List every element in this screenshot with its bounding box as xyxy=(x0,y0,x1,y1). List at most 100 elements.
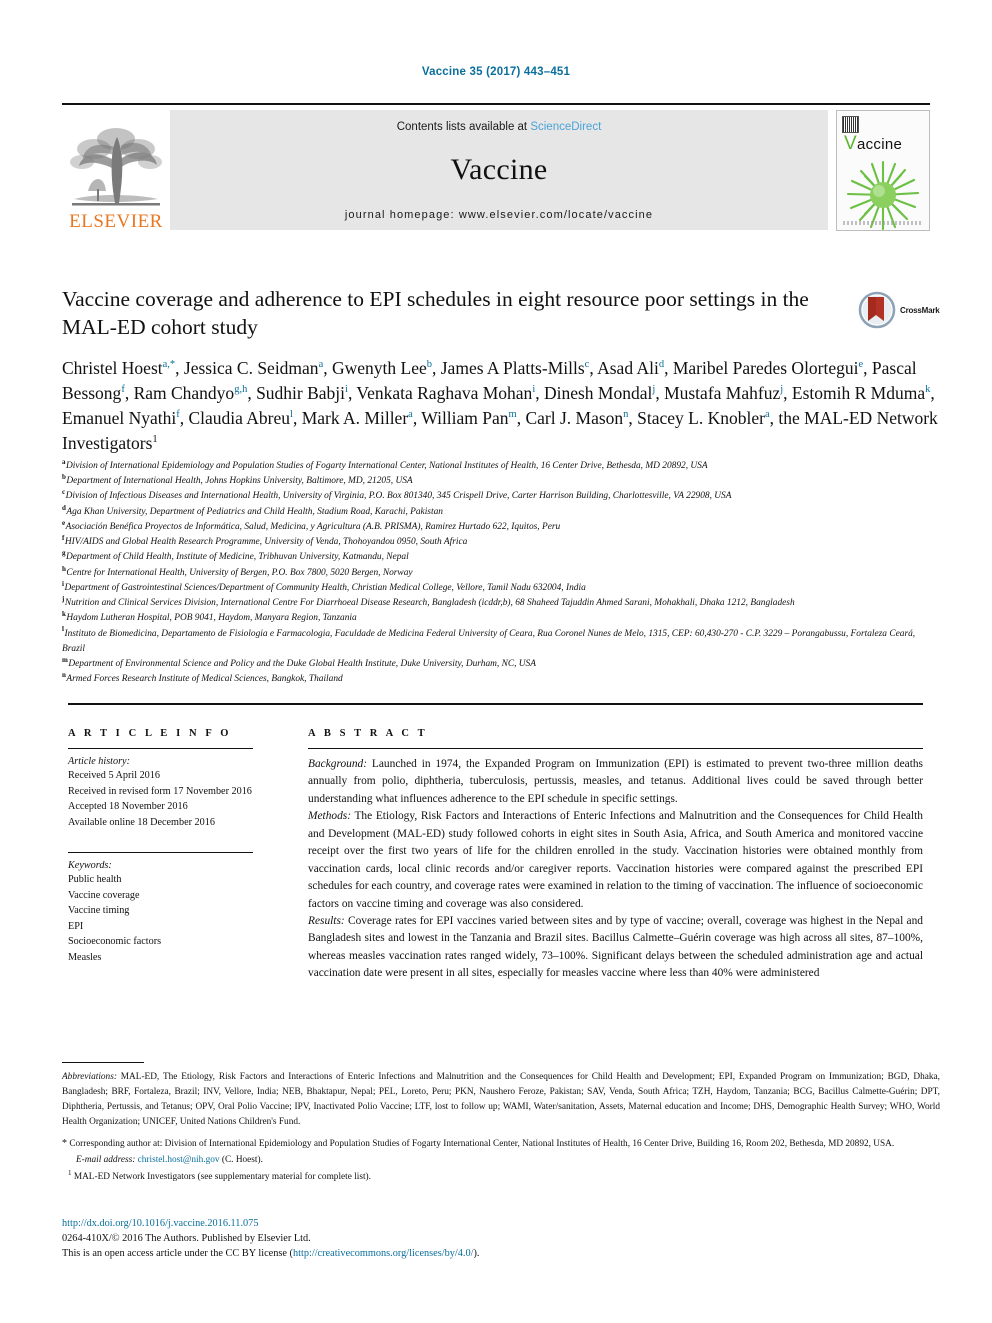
abstract-paragraph: Methods: The Etiology, Risk Factors and … xyxy=(308,808,923,913)
footnote-block: Abbreviations: MAL-ED, The Etiology, Ris… xyxy=(62,1070,940,1185)
affiliation-row: aDivision of International Epidemiology … xyxy=(62,457,940,474)
crossmark-label: CrossMark xyxy=(900,305,940,315)
crossmark-badge[interactable]: CrossMark xyxy=(857,288,945,332)
article-history-item: Available online 18 December 2016 xyxy=(68,816,215,828)
keywords-rule xyxy=(68,852,253,853)
corresponding-author-text: Corresponding author at: Division of Int… xyxy=(69,1138,895,1149)
keywords-label: Keywords: xyxy=(68,860,112,871)
publication-footer: http://dx.doi.org/10.1016/j.vaccine.2016… xyxy=(62,1216,940,1262)
contents-prefix: Contents lists available at xyxy=(396,121,531,133)
keyword-item: EPI xyxy=(68,920,84,932)
crossmark-logo-icon xyxy=(858,291,896,329)
affiliation-text: Division of International Epidemiology a… xyxy=(66,461,708,471)
cover-footer-text xyxy=(843,221,923,225)
investigators-note: 1 MAL-ED Network Investigators (see supp… xyxy=(62,1168,940,1185)
investigators-note-text: MAL-ED Network Investigators (see supple… xyxy=(73,1172,371,1183)
keyword-item: Socioeconomic factors xyxy=(68,936,162,947)
affiliation-list: aDivision of International Epidemiology … xyxy=(62,457,940,688)
page-title: Vaccine coverage and adherence to EPI sc… xyxy=(62,287,809,340)
article-info-column: A R T I C L E I N F O Article history: R… xyxy=(68,728,253,965)
affiliation-text: Department of International Health, John… xyxy=(66,476,413,487)
article-info-rule xyxy=(68,748,253,749)
corresponding-author-note: * Corresponding author at: Division of I… xyxy=(62,1136,940,1152)
affiliation-marker: g xyxy=(62,549,66,558)
article-history-item: Accepted 18 November 2016 xyxy=(68,801,188,812)
keyword-item: Vaccine timing xyxy=(68,905,130,916)
cover-title: Vaccine xyxy=(844,133,902,155)
barcode-icon xyxy=(842,116,859,133)
affiliation-row: fHIV/AIDS and Global Health Research Pro… xyxy=(62,535,940,550)
journal-homepage-line[interactable]: journal homepage: www.elsevier.com/locat… xyxy=(170,209,828,221)
elsevier-wordmark: ELSEVIER xyxy=(69,211,163,232)
abstract-paragraph-text: Launched in 1974, the Expanded Program o… xyxy=(308,758,923,805)
license-line: This is an open access article under the… xyxy=(62,1246,940,1261)
running-head-citation: Vaccine 35 (2017) 443–451 xyxy=(421,66,571,78)
abstract-body: Background: Launched in 1974, the Expand… xyxy=(308,756,923,983)
journal-cover-thumbnail[interactable]: Vaccine xyxy=(836,110,930,231)
copyright-line: 0264-410X/© 2016 The Authors. Published … xyxy=(62,1233,311,1245)
journal-masthead: ELSEVIER Contents lists available at Sci… xyxy=(62,103,930,231)
affiliation-text: Haydom Lutheran Hospital, POB 9041, Hayd… xyxy=(66,613,357,624)
journal-name: Vaccine xyxy=(450,153,548,186)
abstract-paragraph: Background: Launched in 1974, the Expand… xyxy=(308,756,923,808)
affiliation-row: lInstituto de Biomedicina, Departamento … xyxy=(62,626,940,657)
abstract-paragraph-label: Background: xyxy=(308,758,368,770)
footnote-divider xyxy=(62,1062,144,1063)
email-suffix: (C. Hoest). xyxy=(219,1154,263,1165)
email-address-link[interactable]: christel.host@nih.gov xyxy=(138,1155,220,1165)
asterisk-icon: * xyxy=(62,1137,67,1149)
abstract-paragraph-text: The Etiology, Risk Factors and Interacti… xyxy=(308,810,923,910)
affiliation-text: Centre for International Health, Univers… xyxy=(66,567,413,578)
journal-article-first-page: Vaccine 35 (2017) 443–451 ELSEVIER Conte… xyxy=(0,0,992,1323)
affiliation-marker: a xyxy=(62,457,66,466)
affiliation-row: dAga Khan University, Department of Pedi… xyxy=(62,504,940,520)
license-prefix: This is an open access article under the… xyxy=(62,1248,293,1260)
affiliation-marker: m xyxy=(62,655,68,664)
abbreviations-note: Abbreviations: MAL-ED, The Etiology, Ris… xyxy=(62,1070,940,1130)
keyword-item: Public health xyxy=(68,874,122,885)
article-info-heading: A R T I C L E I N F O xyxy=(68,728,232,739)
keyword-item: Measles xyxy=(68,951,102,963)
elsevier-logo: ELSEVIER xyxy=(62,105,170,231)
abstract-paragraph-text: Coverage rates for EPI vaccines varied b… xyxy=(308,914,923,980)
license-suffix: ). xyxy=(473,1248,480,1260)
affiliation-text: HIV/AIDS and Global Health Research Prog… xyxy=(64,537,468,548)
affiliation-row: iDepartment of Gastrointestinal Sciences… xyxy=(62,580,940,596)
affiliation-text: Department of Gastrointestinal Sciences/… xyxy=(64,582,586,593)
article-history-label: Article history: xyxy=(68,756,130,767)
abstract-rule xyxy=(308,748,923,749)
title-block: Vaccine coverage and adherence to EPI sc… xyxy=(62,285,852,342)
license-url-link[interactable]: http://creativecommons.org/licenses/by/4… xyxy=(293,1248,474,1259)
section-divider xyxy=(68,703,923,705)
abstract-column: A B S T R A C T Background: Launched in … xyxy=(308,728,923,983)
author-list: Christel Hoesta,*, Jessica C. Seidmana, … xyxy=(62,358,938,453)
sciencedirect-link[interactable]: ScienceDirect xyxy=(530,121,601,133)
affiliation-text: Asociación Benéfica Proyectos de Informá… xyxy=(65,521,561,532)
affiliation-text: Instituto de Biomedicina, Departamento d… xyxy=(62,628,916,654)
affiliation-text: Department of Child Health, Institute of… xyxy=(66,552,409,563)
affiliation-row: hCentre for International Health, Univer… xyxy=(62,565,940,581)
abstract-paragraph: Results: Coverage rates for EPI vaccines… xyxy=(308,913,923,983)
abstract-paragraph-label: Results: xyxy=(308,914,345,927)
footnote-marker-1: 1 xyxy=(68,1169,72,1178)
affiliation-text: Department of Environmental Science and … xyxy=(68,659,536,670)
abstract-paragraph-label: Methods: xyxy=(308,810,352,823)
article-history-list: Received 5 April 2016 Received in revised… xyxy=(68,768,253,830)
elsevier-tree-icon xyxy=(70,128,162,206)
affiliation-row: gDepartment of Child Health, Institute o… xyxy=(62,550,940,565)
keywords-list: Public health Vaccine coverage Vaccine tim… xyxy=(68,872,253,965)
affiliation-text: Division of Infectious Diseases and Inte… xyxy=(65,491,732,502)
email-label: E-mail address: xyxy=(76,1154,136,1165)
affiliation-text: Nutrition and Clinical Services Division… xyxy=(64,598,795,609)
masthead-center-panel: Contents lists available at ScienceDirec… xyxy=(170,110,828,230)
affiliation-row: mDepartment of Environmental Science and… xyxy=(62,655,940,672)
affiliation-row: bDepartment of International Health, Joh… xyxy=(62,474,940,489)
keyword-item: Vaccine coverage xyxy=(68,889,140,901)
doi-link[interactable]: http://dx.doi.org/10.1016/j.vaccine.2016… xyxy=(62,1216,940,1231)
keywords-block: Keywords: Public health Vaccine coverage V… xyxy=(68,852,253,965)
abbreviations-label: Abbreviations: xyxy=(62,1072,117,1082)
cover-title-rest: accine xyxy=(856,136,903,153)
email-note: E-mail address: christel.host@nih.gov (C… xyxy=(62,1153,940,1168)
affiliation-row: cDivision of Infectious Diseases and Int… xyxy=(62,489,940,504)
contents-available-line: Contents lists available at ScienceDirec… xyxy=(170,110,828,133)
